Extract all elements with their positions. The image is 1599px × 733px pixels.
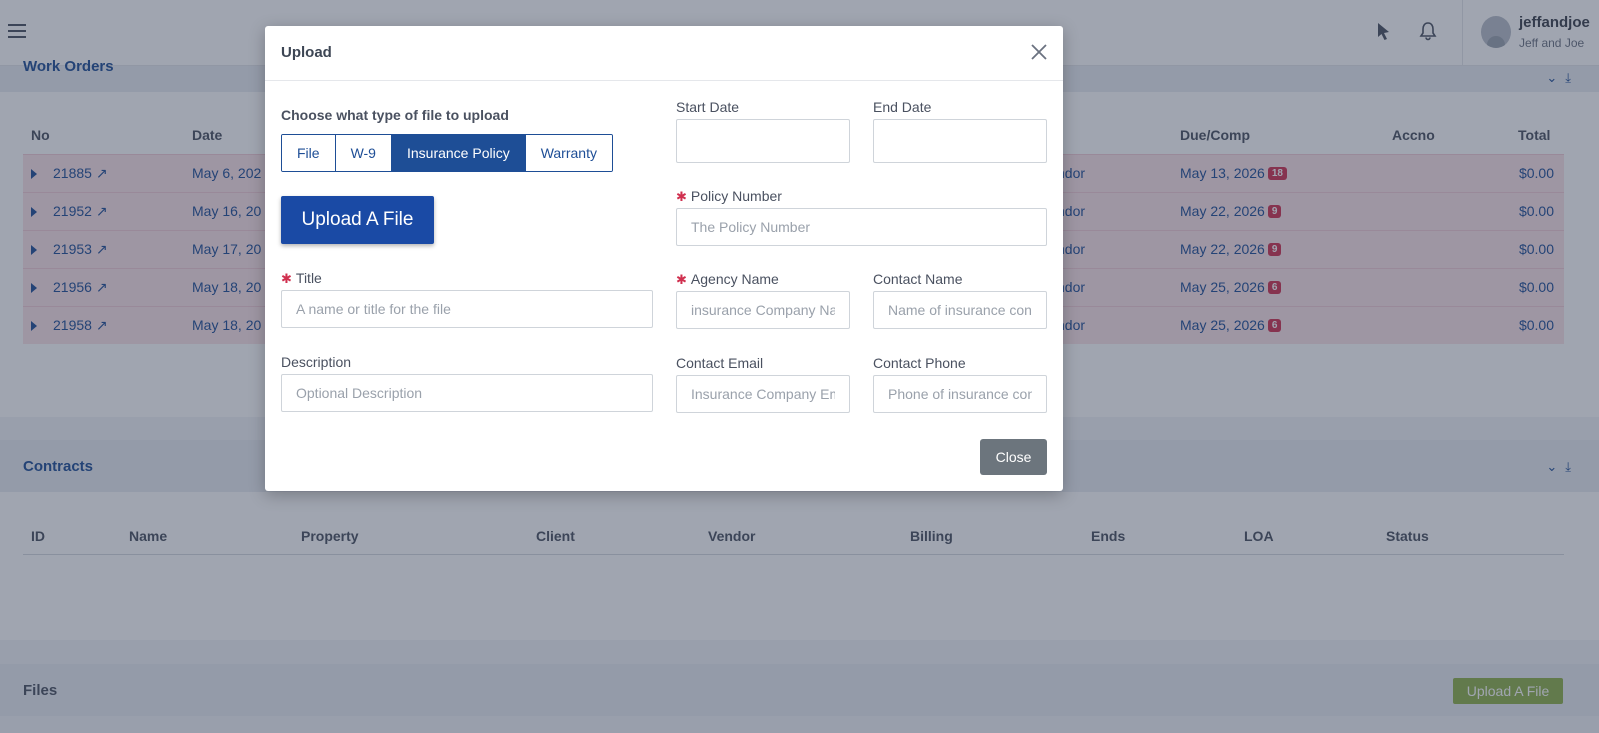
contact-phone-label: Contact Phone [873, 355, 966, 371]
contact-name-label: Contact Name [873, 271, 963, 287]
contact-email-input[interactable] [676, 375, 850, 413]
required-icon: ✱ [676, 272, 687, 287]
policy-number-label: ✱ Policy Number [676, 188, 782, 204]
upload-file-button[interactable]: Upload A File [281, 196, 434, 244]
type-warranty-button[interactable]: Warranty [525, 135, 612, 171]
contact-email-label: Contact Email [676, 355, 764, 371]
end-date-label: End Date [873, 99, 932, 115]
description-label: Description [281, 354, 352, 370]
upload-modal: Upload Choose what type of file to uploa… [265, 26, 1063, 491]
contact-phone-input[interactable] [873, 375, 1047, 413]
description-input[interactable] [281, 374, 653, 412]
type-w9-button[interactable]: W-9 [335, 135, 392, 171]
agency-name-label: ✱ Agency Name [676, 271, 779, 287]
contact-name-input[interactable] [873, 291, 1047, 329]
close-icon[interactable] [1029, 42, 1049, 62]
type-insurance-policy-button[interactable]: Insurance Policy [391, 135, 526, 171]
modal-header: Upload [265, 26, 1063, 81]
required-icon: ✱ [676, 189, 687, 204]
title-label: ✱ Title [281, 270, 322, 286]
agency-name-input[interactable] [676, 291, 850, 329]
start-date-input[interactable] [676, 119, 850, 163]
modal-title: Upload [281, 44, 332, 61]
file-type-prompt: Choose what type of file to upload [281, 107, 509, 123]
policy-number-input[interactable] [676, 208, 1047, 246]
close-button[interactable]: Close [980, 439, 1047, 475]
end-date-input[interactable] [873, 119, 1047, 163]
type-file-button[interactable]: File [282, 135, 336, 171]
required-icon: ✱ [281, 271, 292, 286]
title-input[interactable] [281, 290, 653, 328]
start-date-label: Start Date [676, 99, 740, 115]
file-type-selector: File W-9 Insurance Policy Warranty [281, 134, 613, 172]
